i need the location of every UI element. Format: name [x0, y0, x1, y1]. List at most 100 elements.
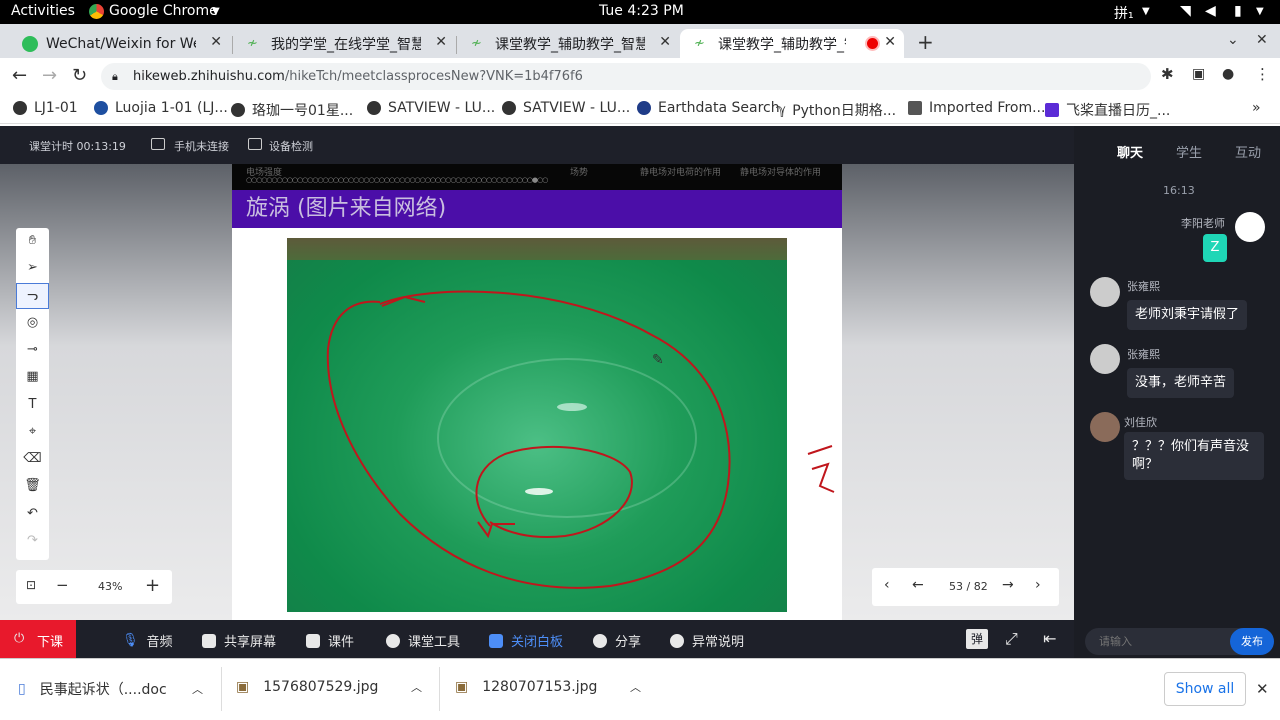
- sender-name: 张雍熙: [1127, 280, 1160, 293]
- volume-icon[interactable]: ◀: [1205, 3, 1216, 19]
- download-item[interactable]: ▣ 1576807529.jpg ︿: [236, 679, 422, 695]
- mosaic-tool-icon[interactable]: ▦: [16, 364, 49, 390]
- page-navigator: ‹ ← 53 / 82 → ›: [872, 568, 1059, 606]
- profile-icon[interactable]: ●: [1222, 66, 1234, 82]
- bookmark-item[interactable]: 珞珈一号01星...: [231, 100, 353, 120]
- hand-tool-icon[interactable]: ✋︎: [16, 228, 49, 254]
- next-page-icon[interactable]: →: [1002, 577, 1014, 593]
- zoom-out-button[interactable]: −: [56, 576, 69, 594]
- chevron-down-icon[interactable]: ▼: [1142, 6, 1150, 17]
- side-panel-icon[interactable]: ▣: [1192, 66, 1205, 82]
- tools-icon: [386, 633, 400, 648]
- tab-students[interactable]: 学生: [1176, 142, 1202, 161]
- chevron-down-icon[interactable]: ▼: [1256, 6, 1264, 17]
- bookmark-item[interactable]: Earthdata Search: [637, 100, 780, 116]
- bookmark-item[interactable]: SATVIEW - LU...: [502, 100, 630, 116]
- battery-icon[interactable]: ▮: [1234, 3, 1242, 19]
- ink-outer-swirl: [326, 290, 731, 589]
- clock[interactable]: Tue 4:23 PM: [599, 3, 684, 19]
- bookmark-item[interactable]: SATVIEW - LU...: [367, 100, 495, 116]
- tab-chat[interactable]: 聊天: [1117, 142, 1143, 161]
- share-screen-button[interactable]: 共享屏幕: [202, 631, 276, 650]
- eraser-tool-icon[interactable]: ⌫: [16, 446, 49, 472]
- pencil-cursor-icon: ✎: [652, 352, 664, 368]
- site-icon: [94, 101, 108, 115]
- trash-icon[interactable]: 🗑︎: [16, 473, 49, 499]
- close-icon[interactable]: ✕: [435, 34, 447, 50]
- reload-icon[interactable]: ↻: [72, 65, 87, 86]
- tab-zhihuishu-active[interactable]: ≁ 课堂教学_辅助教学_智慧树 ✕: [680, 29, 904, 58]
- device-check[interactable]: 设备检测: [269, 138, 313, 154]
- more-icon[interactable]: ⋮: [1255, 65, 1270, 83]
- fit-screen-icon[interactable]: ⊡: [26, 578, 36, 592]
- app-menu[interactable]: Google Chrome: [109, 3, 218, 19]
- laser-pointer-icon[interactable]: ⌖: [16, 419, 49, 445]
- chevron-up-icon[interactable]: ︿: [192, 681, 203, 697]
- forward-icon[interactable]: →: [42, 65, 57, 86]
- line-tool-icon[interactable]: ⊸: [16, 337, 49, 363]
- bookmark-item[interactable]: Luojia 1-01 (LJ...: [94, 100, 228, 116]
- phone-icon: [151, 138, 165, 150]
- fullscreen-icon[interactable]: ⤢: [1005, 629, 1018, 649]
- close-icon[interactable]: ✕: [1256, 680, 1269, 698]
- close-icon[interactable]: ✕: [659, 34, 671, 50]
- downloads-bar: ▯ 民事起诉状（....doc ︿ ▣ 1576807529.jpg ︿ ▣ 1…: [0, 658, 1280, 720]
- courseware-button[interactable]: 课件: [306, 631, 354, 650]
- whiteboard-icon: [489, 633, 503, 648]
- tab-zhihuishu-2[interactable]: ≁ 课堂教学_辅助教学_智慧树 ✕: [457, 29, 679, 58]
- back-icon[interactable]: ←: [12, 65, 27, 86]
- bookmark-item[interactable]: LJ1-01: [13, 100, 78, 116]
- download-item[interactable]: ▯ 民事起诉状（....doc ︿: [18, 679, 203, 699]
- tab-zhihuishu-1[interactable]: ≁ 我的学堂_在线学堂_智慧树 ✕: [233, 29, 455, 58]
- close-icon[interactable]: ✕: [210, 34, 222, 50]
- highlighter-tool-icon[interactable]: ◎: [16, 310, 49, 336]
- share-link-button[interactable]: 分享: [593, 631, 641, 650]
- danmu-button[interactable]: 弹: [966, 629, 988, 649]
- bookmark-label: Python日期格...: [792, 103, 897, 119]
- tab-wechat[interactable]: WeChat/Weixin for Web ✕: [8, 29, 230, 58]
- more-bookmarks-icon[interactable]: »: [1252, 100, 1261, 116]
- bookmark-item[interactable]: ℽ Python日期格...: [776, 100, 896, 120]
- select-tool-icon[interactable]: ➢: [16, 255, 49, 281]
- chevron-up-icon[interactable]: ︿: [630, 679, 641, 695]
- bookmarks-bar: LJ1-01 Luojia 1-01 (LJ... 珞珈一号01星... SAT…: [0, 94, 1280, 124]
- redo-icon[interactable]: ↷: [16, 528, 49, 554]
- pen-tool-icon[interactable]: ᓓ: [16, 283, 49, 309]
- new-tab-icon[interactable]: +: [917, 30, 934, 54]
- chat-input[interactable]: [1085, 628, 1225, 655]
- chevron-up-icon[interactable]: ︿: [411, 679, 422, 695]
- bookmark-folder[interactable]: Imported From...: [908, 100, 1045, 116]
- tab-interact[interactable]: 互动: [1235, 142, 1261, 161]
- download-item[interactable]: ▣ 1280707153.jpg ︿: [455, 679, 641, 695]
- audio-button[interactable]: 🎙︎ 音频: [122, 631, 173, 650]
- collapse-panel-icon[interactable]: ⇤: [1043, 629, 1056, 648]
- extensions-icon[interactable]: ✱: [1161, 65, 1174, 83]
- input-method[interactable]: 拼₁: [1114, 3, 1134, 23]
- close-whiteboard-button[interactable]: 关闭白板: [489, 631, 563, 650]
- tab-search-icon[interactable]: ⌄: [1227, 32, 1239, 48]
- chat-message: 没事，老师辛苦: [1127, 368, 1235, 398]
- zoom-control: ⊡ − 43% +: [16, 570, 172, 604]
- address-bar[interactable]: 🔒︎ hikeweb.zhihuishu.com/hikeTch/meetcla…: [101, 63, 1151, 90]
- undo-icon[interactable]: ↶: [16, 501, 49, 527]
- chevron-down-icon[interactable]: ▼: [212, 6, 220, 17]
- wifi-icon[interactable]: ◥: [1180, 3, 1191, 19]
- send-button[interactable]: 发布: [1230, 628, 1274, 655]
- window-close-icon[interactable]: ✕: [1256, 32, 1268, 48]
- zoom-in-button[interactable]: +: [145, 575, 160, 596]
- class-tools-button[interactable]: 课堂工具: [386, 631, 460, 650]
- activities-button[interactable]: Activities: [11, 3, 75, 19]
- chevron-left-icon[interactable]: ‹: [884, 577, 890, 593]
- prev-page-icon[interactable]: ←: [912, 577, 924, 593]
- phone-status[interactable]: 手机未连接: [174, 138, 229, 154]
- show-all-button[interactable]: Show all: [1164, 672, 1246, 706]
- bookmark-item[interactable]: 飞桨直播日历_...: [1045, 100, 1170, 120]
- end-class-button[interactable]: ⏻ 下课: [0, 620, 76, 658]
- text-tool-icon[interactable]: T: [16, 392, 49, 418]
- close-icon[interactable]: ✕: [884, 34, 896, 50]
- report-issue-button[interactable]: 异常说明: [670, 631, 744, 650]
- snake-icon: ℽ: [776, 102, 787, 118]
- globe-icon: [13, 101, 27, 115]
- chevron-right-icon[interactable]: ›: [1035, 577, 1041, 593]
- lock-icon[interactable]: 🔒︎: [112, 63, 118, 90]
